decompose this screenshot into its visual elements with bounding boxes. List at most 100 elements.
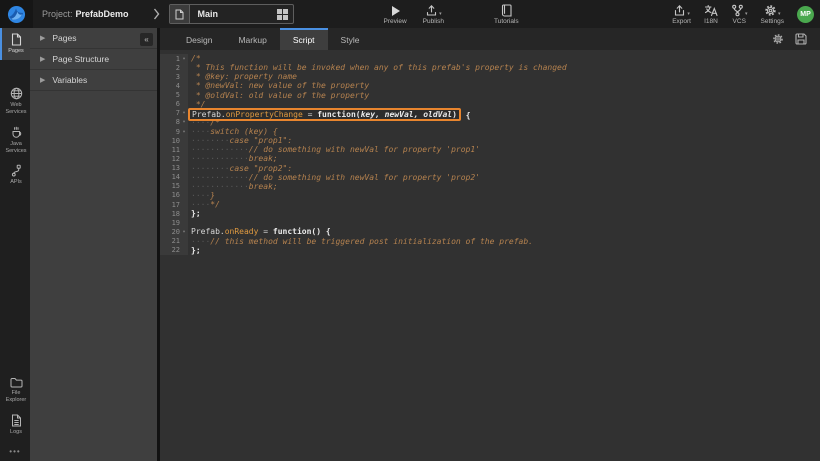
editor-settings-gear-icon[interactable] — [772, 33, 784, 45]
play-icon — [390, 5, 401, 17]
code-line[interactable]: ········case "prop2": — [191, 164, 820, 173]
code-line[interactable]: ········case "prop1": — [191, 136, 820, 145]
gutter-line[interactable]: 14 — [160, 173, 188, 182]
fold-marker-icon[interactable]: ▾ — [180, 110, 188, 116]
tab-markup[interactable]: Markup — [225, 28, 279, 50]
code-line[interactable]: ····*/ — [191, 200, 820, 209]
sidebar-item-label: Web Services — [2, 102, 30, 116]
vcs-label: VCS — [733, 18, 746, 25]
code-line[interactable]: /* — [191, 54, 820, 63]
sidebar-item-label: Java Services — [2, 141, 30, 155]
preview-button[interactable]: Preview — [382, 4, 409, 25]
tab-label: Script — [293, 35, 315, 45]
line-number: 14 — [172, 173, 180, 181]
fold-marker-icon[interactable]: ▾ — [180, 129, 188, 135]
code-editor[interactable]: 1▾234567▾8▾9▾1011121314151617181920▾2122… — [160, 50, 820, 255]
sidebar-more-button[interactable]: ••• — [0, 441, 30, 461]
i18n-button[interactable]: I18N — [702, 4, 720, 25]
publish-icon — [425, 4, 438, 17]
line-number: 12 — [172, 155, 180, 163]
code-line[interactable]: }; — [191, 246, 820, 255]
user-avatar[interactable]: MP — [797, 6, 814, 23]
line-number: 22 — [172, 246, 180, 254]
wavemaker-logo-icon — [7, 5, 26, 24]
line-number: 2 — [176, 64, 180, 72]
sidebar-item-pages[interactable]: Pages — [0, 28, 30, 60]
publish-button[interactable]: ▾ Publish — [421, 4, 446, 25]
sidebar-item-logs[interactable]: Logs — [0, 409, 30, 441]
save-icon[interactable] — [795, 33, 807, 45]
gutter-line[interactable]: 15 — [160, 182, 188, 191]
preview-label: Preview — [384, 18, 407, 25]
code-line[interactable]: ····} — [191, 191, 820, 200]
gutter-line[interactable]: 4 — [160, 81, 188, 90]
code-line[interactable]: * @newVal: new value of the property — [191, 81, 820, 90]
book-icon — [501, 4, 512, 17]
vcs-button[interactable]: ▾ VCS — [729, 4, 750, 25]
export-button[interactable]: ▾ Export — [670, 4, 693, 25]
code-line[interactable]: ············break; — [191, 182, 820, 191]
gutter-line[interactable]: 16 — [160, 191, 188, 200]
code-line[interactable]: ····// this method will be triggered pos… — [191, 237, 820, 246]
java-services-icon — [10, 126, 23, 139]
gutter-line[interactable]: 3 — [160, 72, 188, 81]
code-lines[interactable]: /* * This function will be invoked when … — [188, 54, 820, 255]
panel-section-page-structure[interactable]: ▶ Page Structure — [30, 49, 157, 70]
fold-marker-icon[interactable]: ▾ — [180, 229, 188, 235]
gutter-line[interactable]: 20▾ — [160, 227, 188, 236]
gutter-line[interactable]: 7▾ — [160, 109, 188, 118]
apis-icon — [10, 164, 22, 177]
code-line[interactable] — [191, 218, 820, 227]
code-line[interactable]: ····switch (key) { — [191, 127, 820, 136]
sidebar-item-web-services[interactable]: Web Services — [0, 82, 30, 121]
fold-marker-icon[interactable]: ▾ — [180, 56, 188, 62]
line-number: 16 — [172, 191, 180, 199]
gutter-line[interactable]: 5 — [160, 91, 188, 100]
app-logo[interactable] — [0, 0, 33, 28]
gutter-line[interactable]: 8▾ — [160, 118, 188, 127]
gutter-line[interactable]: 9▾ — [160, 127, 188, 136]
gutter-line[interactable]: 2 — [160, 63, 188, 72]
code-line[interactable]: * @key: property name — [191, 72, 820, 81]
tutorials-button[interactable]: Tutorials — [492, 4, 521, 25]
sidebar-item-apis[interactable]: APIs — [0, 159, 30, 191]
gutter-line[interactable]: 13 — [160, 164, 188, 173]
tab-design[interactable]: Design — [173, 28, 225, 50]
editor-toolbar — [772, 28, 820, 50]
sidebar-item-file-explorer[interactable]: File Explorer — [0, 372, 30, 409]
gutter-line[interactable]: 18 — [160, 209, 188, 218]
code-line[interactable]: ············// do something with newVal … — [191, 145, 820, 154]
fold-marker-icon[interactable]: ▾ — [180, 119, 188, 125]
code-line[interactable]: * @oldVal: old value of the property — [191, 91, 820, 100]
code-line[interactable]: Prefab.onReady = function() { — [191, 227, 820, 236]
gutter-line[interactable]: 21 — [160, 237, 188, 246]
code-line[interactable]: ············// do something with newVal … — [191, 173, 820, 182]
code-line[interactable]: * This function will be invoked when any… — [191, 63, 820, 72]
panel-section-variables[interactable]: ▶ Variables — [30, 70, 157, 91]
code-line[interactable]: ············break; — [191, 154, 820, 163]
gutter-line[interactable]: 10 — [160, 136, 188, 145]
sidebar-item-java-services[interactable]: Java Services — [0, 121, 30, 160]
line-number: 15 — [172, 182, 180, 190]
panel-section-pages[interactable]: ▶ Pages — [30, 28, 157, 49]
code-line[interactable]: Prefab.onPropertyChange = function(key, … — [191, 109, 820, 118]
code-line[interactable]: }; — [191, 209, 820, 218]
page-selector-dropdown[interactable]: Main — [169, 4, 294, 24]
tab-style[interactable]: Style — [328, 28, 373, 50]
line-number: 6 — [176, 100, 180, 108]
gutter-line[interactable]: 22 — [160, 246, 188, 255]
settings-button[interactable]: ▾ Settings — [759, 4, 787, 25]
tutorials-label: Tutorials — [494, 18, 519, 25]
gutter-line[interactable]: 11 — [160, 145, 188, 154]
gutter-line[interactable]: 19 — [160, 218, 188, 227]
gutter-line[interactable]: 17 — [160, 200, 188, 209]
gutter-line[interactable]: 12 — [160, 154, 188, 163]
sidebar-item-label: Pages — [2, 48, 30, 55]
pages-icon — [11, 33, 22, 46]
panel-collapse-button[interactable]: « — [140, 33, 153, 46]
gutter-line[interactable]: 1▾ — [160, 54, 188, 63]
gutter-line[interactable]: 6 — [160, 100, 188, 109]
page-grid-icon[interactable] — [277, 9, 288, 20]
tab-script[interactable]: Script — [280, 28, 328, 50]
collapsed-arrow-icon: ▶ — [40, 76, 45, 84]
